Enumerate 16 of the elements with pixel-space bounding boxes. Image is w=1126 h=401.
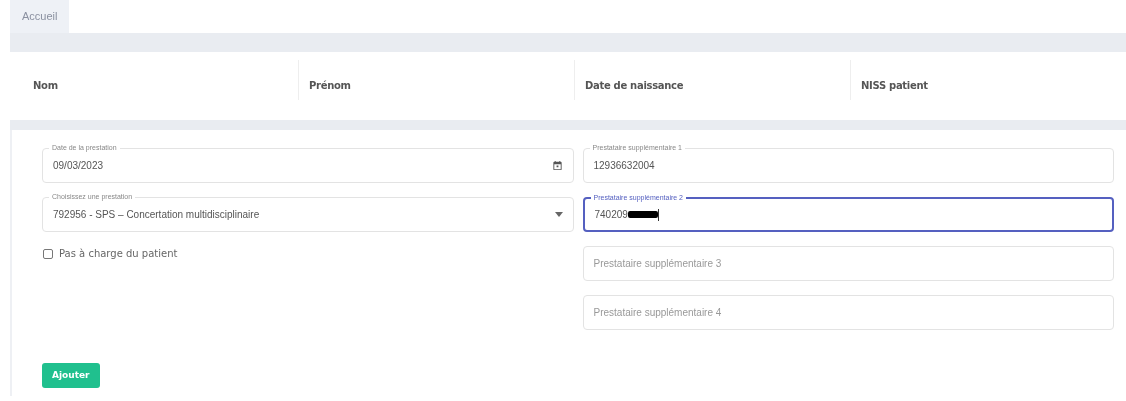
redaction-mark — [627, 211, 658, 218]
input-field[interactable]: Prestataire supplémentaire 4 — [582, 295, 1114, 330]
field-value: 740209 — [594, 208, 628, 222]
column-header: Nom — [33, 80, 58, 91]
field-value: 792956 - SPS – Concertation multidisciplinaire — [53, 208, 261, 222]
calendar-icon[interactable] — [551, 160, 563, 171]
column-header: Date de naissance — [585, 80, 684, 91]
column-header: NISS patient — [861, 80, 928, 91]
field-value: 12936632004 — [593, 159, 655, 173]
dropdown-icon[interactable] — [554, 212, 563, 217]
checkbox-label: Pas à charge du patient — [59, 247, 178, 261]
text-cursor — [657, 208, 659, 221]
column-header: Prénom — [309, 80, 351, 91]
field-value: 09/03/2023 — [53, 159, 105, 173]
checkbox[interactable] — [43, 248, 53, 259]
input-field[interactable]: Prestataire supplémentaire 3 — [582, 246, 1114, 281]
